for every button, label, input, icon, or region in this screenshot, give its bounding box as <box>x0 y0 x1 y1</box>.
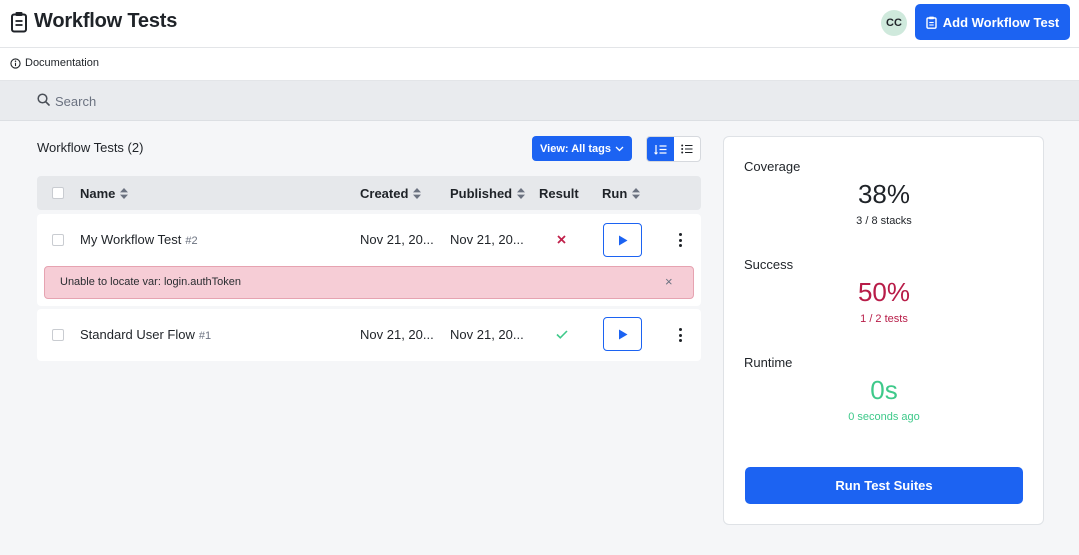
close-icon[interactable]: × <box>665 274 673 289</box>
view-tags-label: View: All tags <box>540 142 611 155</box>
list-icon <box>680 144 693 154</box>
error-banner: Unable to locate var: login.authToken × <box>44 266 694 299</box>
add-workflow-test-button[interactable]: Add Workflow Test <box>915 4 1070 40</box>
avatar[interactable]: CC <box>881 10 907 36</box>
chevron-down-icon <box>615 146 624 151</box>
test-name-label: Standard User Flow <box>80 327 195 342</box>
error-message: Unable to locate var: login.authToken <box>60 276 242 288</box>
view-mode-toggle <box>646 136 701 162</box>
coverage-value: 38% <box>857 179 911 209</box>
search-icon <box>37 93 50 106</box>
sorted-list-view-button[interactable] <box>647 137 674 161</box>
documentation-bar: Documentation <box>0 48 1079 81</box>
column-run-label: Run <box>602 186 628 201</box>
run-test-button[interactable] <box>603 317 642 351</box>
column-header-published[interactable]: Published <box>450 186 526 201</box>
published-date: Nov 21, 20... <box>450 232 524 247</box>
check-icon <box>556 330 568 339</box>
created-date: Nov 21, 20... <box>360 327 434 342</box>
run-test-suites-button[interactable]: Run Test Suites <box>745 467 1023 504</box>
x-icon <box>557 235 566 244</box>
row-menu-button[interactable] <box>674 327 686 343</box>
table-row[interactable]: My Workflow Test #2 Nov 21, 20... Nov 21,… <box>37 214 701 264</box>
column-created-label: Created <box>360 186 409 201</box>
test-number: #1 <box>198 330 212 342</box>
play-icon <box>618 235 627 245</box>
column-header-created[interactable]: Created <box>360 186 422 201</box>
sorted-list-icon <box>653 144 667 155</box>
test-name[interactable]: My Workflow Test #2 <box>80 232 198 247</box>
documentation-link[interactable]: Documentation <box>10 57 99 69</box>
list-view-button[interactable] <box>674 137 701 161</box>
column-published-label: Published <box>450 186 513 201</box>
success-detail: 1 / 2 tests <box>860 313 908 325</box>
test-number: #2 <box>185 235 198 247</box>
add-workflow-test-label: Add Workflow Test <box>942 14 1060 30</box>
top-header: Workflow Tests CC Add Workflow Test <box>0 0 1079 48</box>
table-row-card: Standard User Flow #1 Nov 21, 20... Nov 2… <box>37 309 701 361</box>
coverage-detail: 3 / 8 stacks <box>856 215 912 227</box>
column-header-run[interactable]: Run <box>602 186 641 201</box>
search-input[interactable] <box>55 90 455 112</box>
column-header-result: Result <box>539 186 579 201</box>
documentation-label: Documentation <box>25 57 99 69</box>
table-row[interactable]: Standard User Flow #1 Nov 21, 20... Nov 2… <box>37 309 701 359</box>
test-name[interactable]: Standard User Flow #1 <box>80 327 211 342</box>
sort-icon <box>632 188 641 199</box>
workflow-tests-count-title: Workflow Tests (2) <box>37 140 144 155</box>
clipboard-icon <box>11 12 27 33</box>
row-checkbox[interactable] <box>52 329 64 341</box>
search-bar <box>0 81 1079 121</box>
success-value: 50% <box>857 277 911 307</box>
table-header: Name Created Published Result Run <box>37 176 701 210</box>
clipboard-icon <box>926 16 937 29</box>
run-test-button[interactable] <box>603 223 642 257</box>
runtime-value: 0s <box>870 375 898 405</box>
select-all-checkbox[interactable] <box>52 187 64 199</box>
published-date: Nov 21, 20... <box>450 327 524 342</box>
sort-icon <box>120 188 129 199</box>
row-checkbox[interactable] <box>52 234 64 246</box>
test-name-label: My Workflow Test <box>80 232 182 247</box>
success-label: Success <box>744 257 794 272</box>
play-icon <box>618 329 627 339</box>
column-name-label: Name <box>80 186 116 201</box>
sort-icon <box>517 188 526 199</box>
column-header-name[interactable]: Name <box>80 186 129 201</box>
created-date: Nov 21, 20... <box>360 232 434 247</box>
view-tags-dropdown[interactable]: View: All tags <box>532 136 632 161</box>
runtime-detail: 0 seconds ago <box>848 411 920 423</box>
runtime-label: Runtime <box>744 355 793 370</box>
row-menu-button[interactable] <box>674 232 686 248</box>
column-result-label: Result <box>539 186 579 201</box>
info-icon <box>10 57 21 69</box>
page-title: Workflow Tests <box>34 10 178 32</box>
stats-panel: Coverage 38% 3 / 8 stacks Success 50% 1 … <box>723 136 1044 525</box>
coverage-label: Coverage <box>744 159 801 174</box>
sort-icon <box>413 188 422 199</box>
